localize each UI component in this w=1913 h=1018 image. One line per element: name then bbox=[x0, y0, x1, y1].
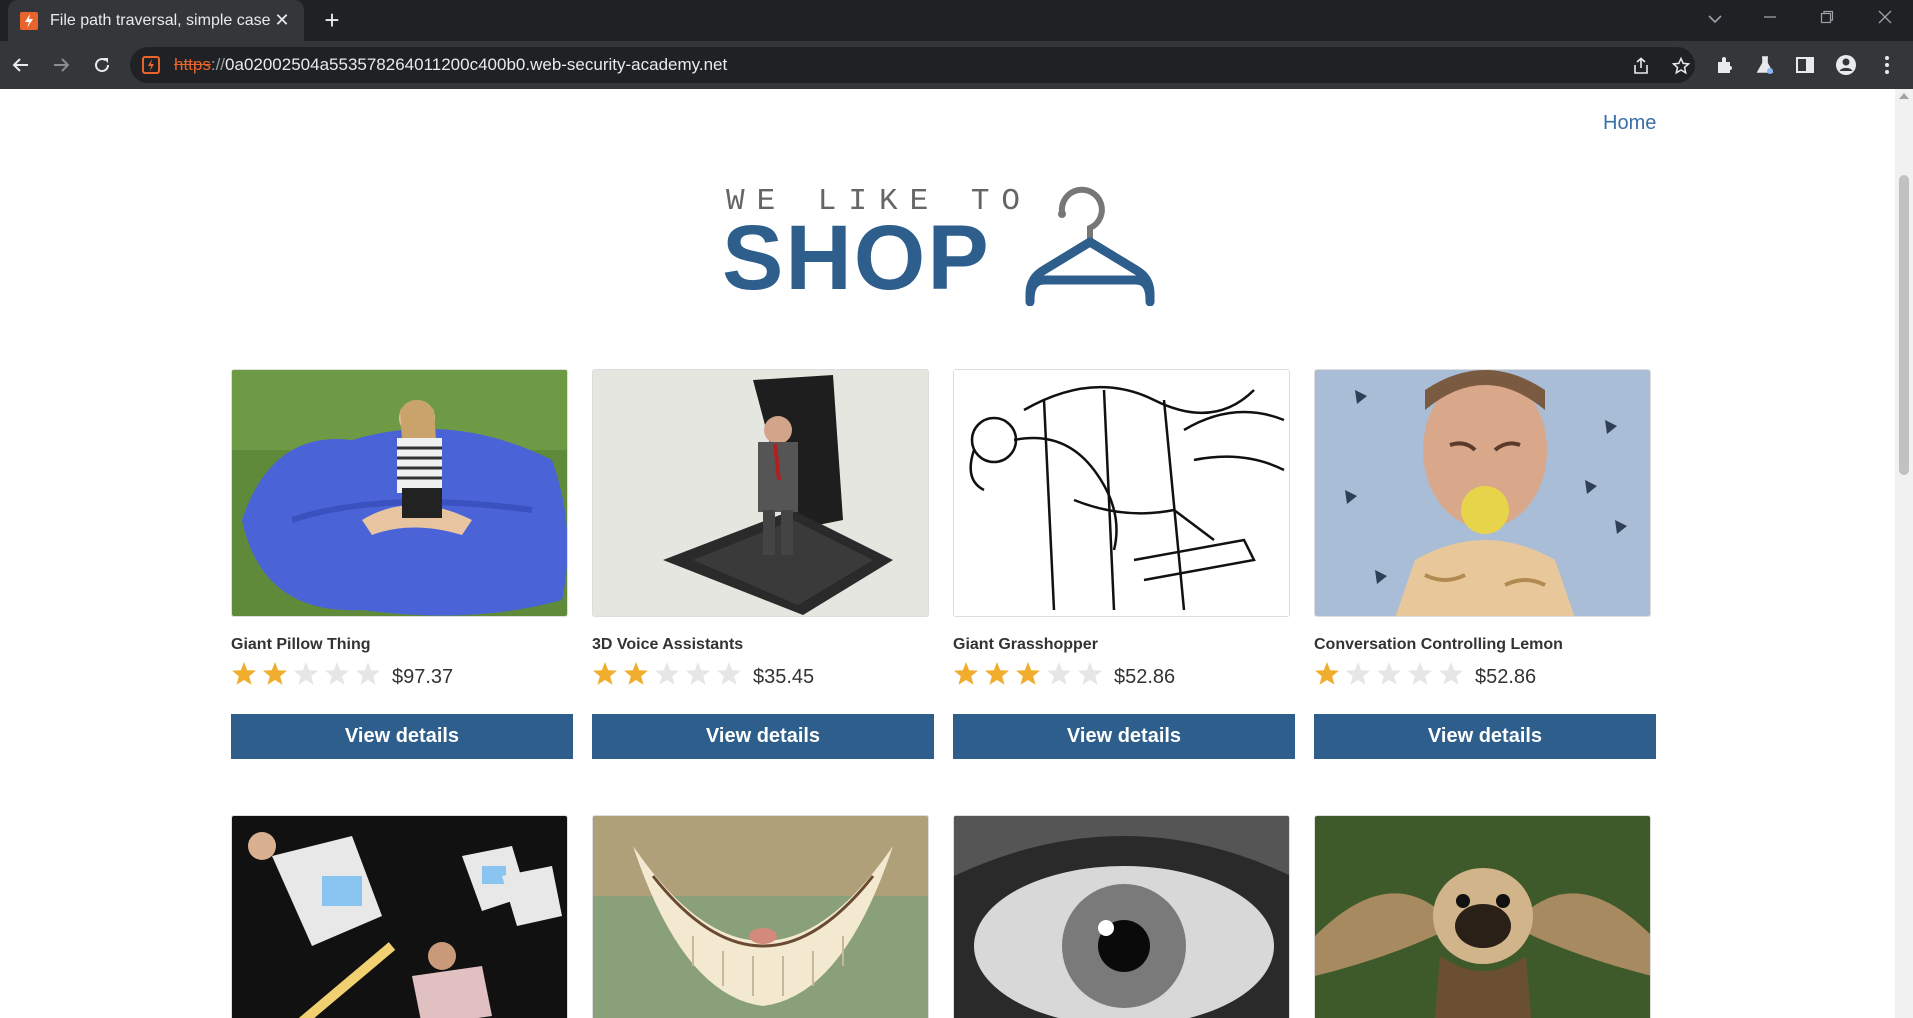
star-filled-icon bbox=[954, 662, 978, 685]
scroll-up-arrow-icon[interactable] bbox=[1899, 93, 1909, 99]
rating-stars bbox=[953, 661, 1108, 689]
view-details-button[interactable]: View details bbox=[592, 714, 934, 759]
restore-icon[interactable] bbox=[1807, 6, 1847, 34]
browser-chrome: File path traversal, simple case ✕ + htt… bbox=[0, 0, 1913, 89]
url-separator: :// bbox=[210, 55, 226, 74]
product-image-laser-guns[interactable] bbox=[231, 815, 568, 1018]
back-icon[interactable] bbox=[5, 49, 37, 81]
product-rating: $35.45 bbox=[592, 661, 814, 689]
product-image-flying-pug[interactable] bbox=[1314, 815, 1651, 1018]
star-empty-icon bbox=[356, 662, 380, 685]
star-empty-icon bbox=[294, 662, 318, 685]
not-secure-icon[interactable] bbox=[142, 56, 160, 74]
reload-icon[interactable] bbox=[86, 49, 118, 81]
product-name: Giant Pillow Thing bbox=[231, 636, 371, 653]
star-empty-icon bbox=[655, 662, 679, 685]
product-rating: $97.37 bbox=[231, 661, 453, 689]
shop-logo[interactable]: WE LIKE TO SHOP bbox=[722, 184, 1167, 309]
page-scrollbar[interactable] bbox=[1895, 89, 1913, 1018]
star-empty-icon bbox=[1078, 662, 1102, 685]
profile-icon[interactable] bbox=[1834, 53, 1858, 77]
product-image-pillow[interactable] bbox=[231, 369, 568, 617]
menu-kebab-icon[interactable] bbox=[1875, 53, 1899, 77]
url-scheme: https bbox=[174, 55, 211, 74]
share-icon[interactable] bbox=[1630, 55, 1652, 77]
side-panel-icon[interactable] bbox=[1793, 53, 1817, 77]
logo-title: SHOP bbox=[722, 207, 991, 309]
hanger-icon bbox=[1025, 186, 1155, 306]
product-price: $97.37 bbox=[392, 665, 454, 688]
product-rating: $52.86 bbox=[953, 661, 1175, 689]
product-name: 3D Voice Assistants bbox=[592, 636, 744, 653]
labs-flask-icon[interactable] bbox=[1753, 53, 1777, 77]
product-price: $35.45 bbox=[753, 665, 815, 688]
star-empty-icon bbox=[717, 662, 741, 685]
close-window-icon[interactable] bbox=[1865, 6, 1905, 34]
star-filled-icon bbox=[263, 662, 287, 685]
browser-tab[interactable]: File path traversal, simple case ✕ bbox=[8, 0, 304, 41]
rating-stars bbox=[1314, 661, 1469, 689]
tab-close-icon[interactable]: ✕ bbox=[272, 10, 292, 31]
scrollbar-thumb[interactable] bbox=[1899, 175, 1909, 475]
star-empty-icon bbox=[1346, 662, 1370, 685]
star-empty-icon bbox=[325, 662, 349, 685]
view-details-button[interactable]: View details bbox=[231, 714, 573, 759]
product-image-lemon[interactable] bbox=[1314, 369, 1651, 617]
address-bar[interactable]: https :// 0a02002504a553578264011200c400… bbox=[130, 47, 1695, 83]
rating-stars bbox=[231, 661, 386, 689]
product-name: Conversation Controlling Lemon bbox=[1314, 636, 1563, 653]
star-filled-icon bbox=[232, 662, 256, 685]
lab-favicon-icon bbox=[20, 11, 38, 30]
tab-title: File path traversal, simple case bbox=[50, 11, 271, 29]
product-image-voice-assistant[interactable] bbox=[592, 369, 929, 617]
star-filled-icon bbox=[1016, 662, 1040, 685]
star-filled-icon bbox=[624, 662, 648, 685]
product-image-cheshire-grin[interactable] bbox=[592, 815, 929, 1018]
tab-search-icon[interactable] bbox=[1695, 6, 1735, 34]
product-image-grasshopper[interactable] bbox=[953, 369, 1290, 617]
view-details-button[interactable]: View details bbox=[953, 714, 1295, 759]
product-name: Giant Grasshopper bbox=[953, 636, 1098, 653]
view-details-button[interactable]: View details bbox=[1314, 714, 1656, 759]
star-empty-icon bbox=[1047, 662, 1071, 685]
product-price: $52.86 bbox=[1475, 665, 1537, 688]
browser-toolbar: https :// 0a02002504a553578264011200c400… bbox=[0, 41, 1913, 89]
star-empty-icon bbox=[686, 662, 710, 685]
rating-stars bbox=[592, 661, 747, 689]
extensions-icon[interactable] bbox=[1713, 53, 1737, 77]
tab-strip: File path traversal, simple case ✕ + bbox=[0, 0, 1913, 41]
page-content: Home WE LIKE TO SHOP Giant Pillow Thing … bbox=[0, 89, 1895, 1018]
star-filled-icon bbox=[985, 662, 1009, 685]
star-empty-icon bbox=[1377, 662, 1401, 685]
product-rating: $52.86 bbox=[1314, 661, 1536, 689]
forward-icon[interactable] bbox=[45, 49, 77, 81]
minimize-icon[interactable] bbox=[1750, 6, 1790, 34]
bookmark-star-icon[interactable] bbox=[1670, 55, 1692, 77]
new-tab-icon[interactable]: + bbox=[318, 7, 346, 35]
star-empty-icon bbox=[1408, 662, 1432, 685]
url-host: 0a02002504a553578264011200c400b0.web-sec… bbox=[225, 55, 728, 74]
star-filled-icon bbox=[1315, 662, 1339, 685]
product-image-eye[interactable] bbox=[953, 815, 1290, 1018]
star-filled-icon bbox=[593, 662, 617, 685]
product-price: $52.86 bbox=[1114, 665, 1176, 688]
home-link[interactable]: Home bbox=[1603, 112, 1656, 135]
star-empty-icon bbox=[1439, 662, 1463, 685]
